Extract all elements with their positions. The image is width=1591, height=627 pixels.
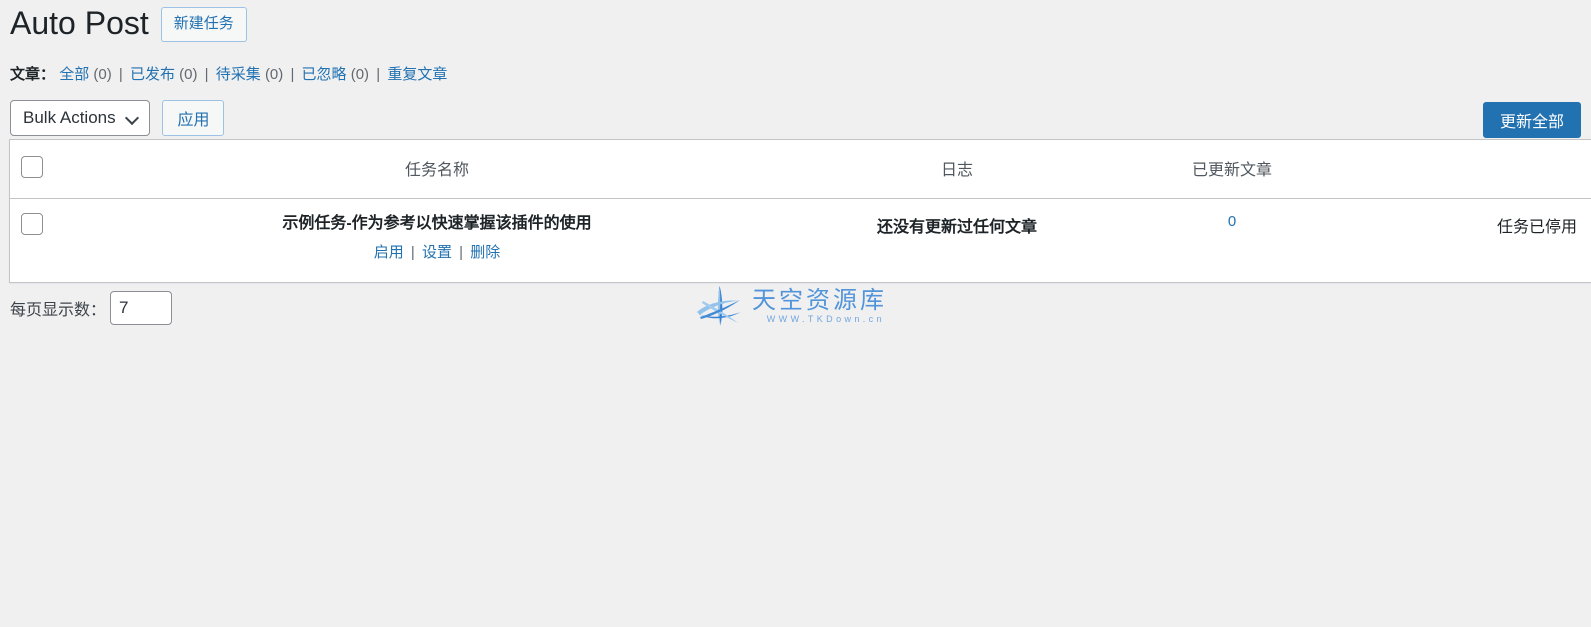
select-all-checkbox[interactable] — [21, 156, 43, 178]
page-title: Auto Post — [10, 5, 149, 42]
watermark-url: WWW.TKDown.cn — [766, 314, 885, 325]
chevron-down-icon — [127, 112, 139, 124]
updated-posts-count-link[interactable]: 0 — [1228, 213, 1236, 230]
column-header-log[interactable]: 日志 — [807, 139, 1107, 199]
watermark: 天空资源库 WWW.TKDown.cn — [694, 284, 887, 328]
filter-link-ignored[interactable]: 已忽略 — [302, 66, 347, 83]
bulk-actions-select[interactable]: Bulk Actions — [10, 100, 150, 136]
row-select-cell — [10, 199, 68, 283]
apply-button[interactable]: 应用 — [162, 100, 225, 136]
filter-count-published: (0) — [179, 66, 198, 83]
row-action-separator: | — [459, 244, 464, 262]
page-header: Auto Post 新建任务 — [0, 0, 1591, 48]
filter-count-pending: (0) — [264, 66, 284, 83]
watermark-title: 天空资源库 — [752, 287, 887, 314]
star-swoosh-logo-icon — [697, 286, 741, 326]
per-page-control: 每页显示数： — [10, 291, 173, 325]
table-row: 示例任务-作为参考以快速掌握该插件的使用 启用 | 设置 | 删除 还没有更新过… — [10, 199, 1591, 283]
filter-separator: | — [290, 66, 295, 83]
row-actions: 启用 | 设置 | 删除 — [67, 241, 807, 262]
tasks-table-head: 任务名称 日志 已更新文章 — [9, 139, 1591, 199]
update-all-button[interactable]: 更新全部 — [1483, 102, 1582, 138]
task-title: 示例任务-作为参考以快速掌握该插件的使用 — [282, 215, 592, 232]
filter-link-all[interactable]: 全部 — [59, 66, 89, 83]
table-header-row: 任务名称 日志 已更新文章 — [9, 139, 1591, 199]
filter-link-duplicate[interactable]: 重复文章 — [387, 66, 447, 83]
row-status-cell: 任务已停用 — [1357, 199, 1591, 283]
filter-link-pending[interactable]: 待采集 — [216, 66, 261, 83]
filter-separator: | — [204, 66, 209, 83]
filter-count-all: (0) — [93, 66, 112, 83]
filter-count-ignored: (0) — [350, 66, 370, 83]
per-page-label: 每页显示数： — [10, 302, 107, 319]
column-header-status — [1357, 139, 1591, 199]
column-header-updated-posts[interactable]: 已更新文章 — [1107, 139, 1357, 199]
table-nav-top: Bulk Actions 应用 更新全部 — [10, 100, 1591, 140]
task-log-text: 还没有更新过任何文章 — [876, 219, 1037, 236]
row-action-separator: | — [410, 244, 415, 262]
per-page-input[interactable] — [110, 291, 173, 325]
watermark-text: 天空资源库 WWW.TKDown.cn — [752, 284, 887, 326]
row-task-name-cell: 示例任务-作为参考以快速掌握该插件的使用 启用 | 设置 | 删除 — [67, 199, 807, 283]
column-header-task-name[interactable]: 任务名称 — [67, 139, 807, 199]
select-all-header — [9, 139, 67, 199]
new-task-button[interactable]: 新建任务 — [160, 6, 247, 42]
row-action-settings[interactable]: 设置 — [422, 244, 452, 261]
post-status-filter-links: 文章： 全部 (0) | 已发布 (0) | 待采集 (0) | 已忽略 (0)… — [10, 60, 1591, 90]
filter-link-published[interactable]: 已发布 — [130, 66, 175, 83]
row-action-enable[interactable]: 启用 — [374, 244, 404, 261]
filter-group-label: 文章： — [10, 66, 56, 83]
filter-separator: | — [376, 66, 381, 83]
row-action-delete[interactable]: 删除 — [470, 244, 500, 261]
row-updated-cell: 0 — [1107, 199, 1357, 283]
tasks-table: 任务名称 日志 已更新文章 示例任务-作为参考以快速掌握该插件的使用 启用 | … — [9, 139, 1591, 284]
filter-separator: | — [118, 66, 123, 83]
bulk-actions-selected-value: Bulk Actions — [23, 108, 116, 127]
row-log-cell: 还没有更新过任何文章 — [807, 199, 1107, 283]
tasks-table-body: 示例任务-作为参考以快速掌握该插件的使用 启用 | 设置 | 删除 还没有更新过… — [10, 199, 1591, 283]
row-select-checkbox[interactable] — [21, 213, 43, 235]
task-status-text: 任务已停用 — [1496, 219, 1577, 236]
